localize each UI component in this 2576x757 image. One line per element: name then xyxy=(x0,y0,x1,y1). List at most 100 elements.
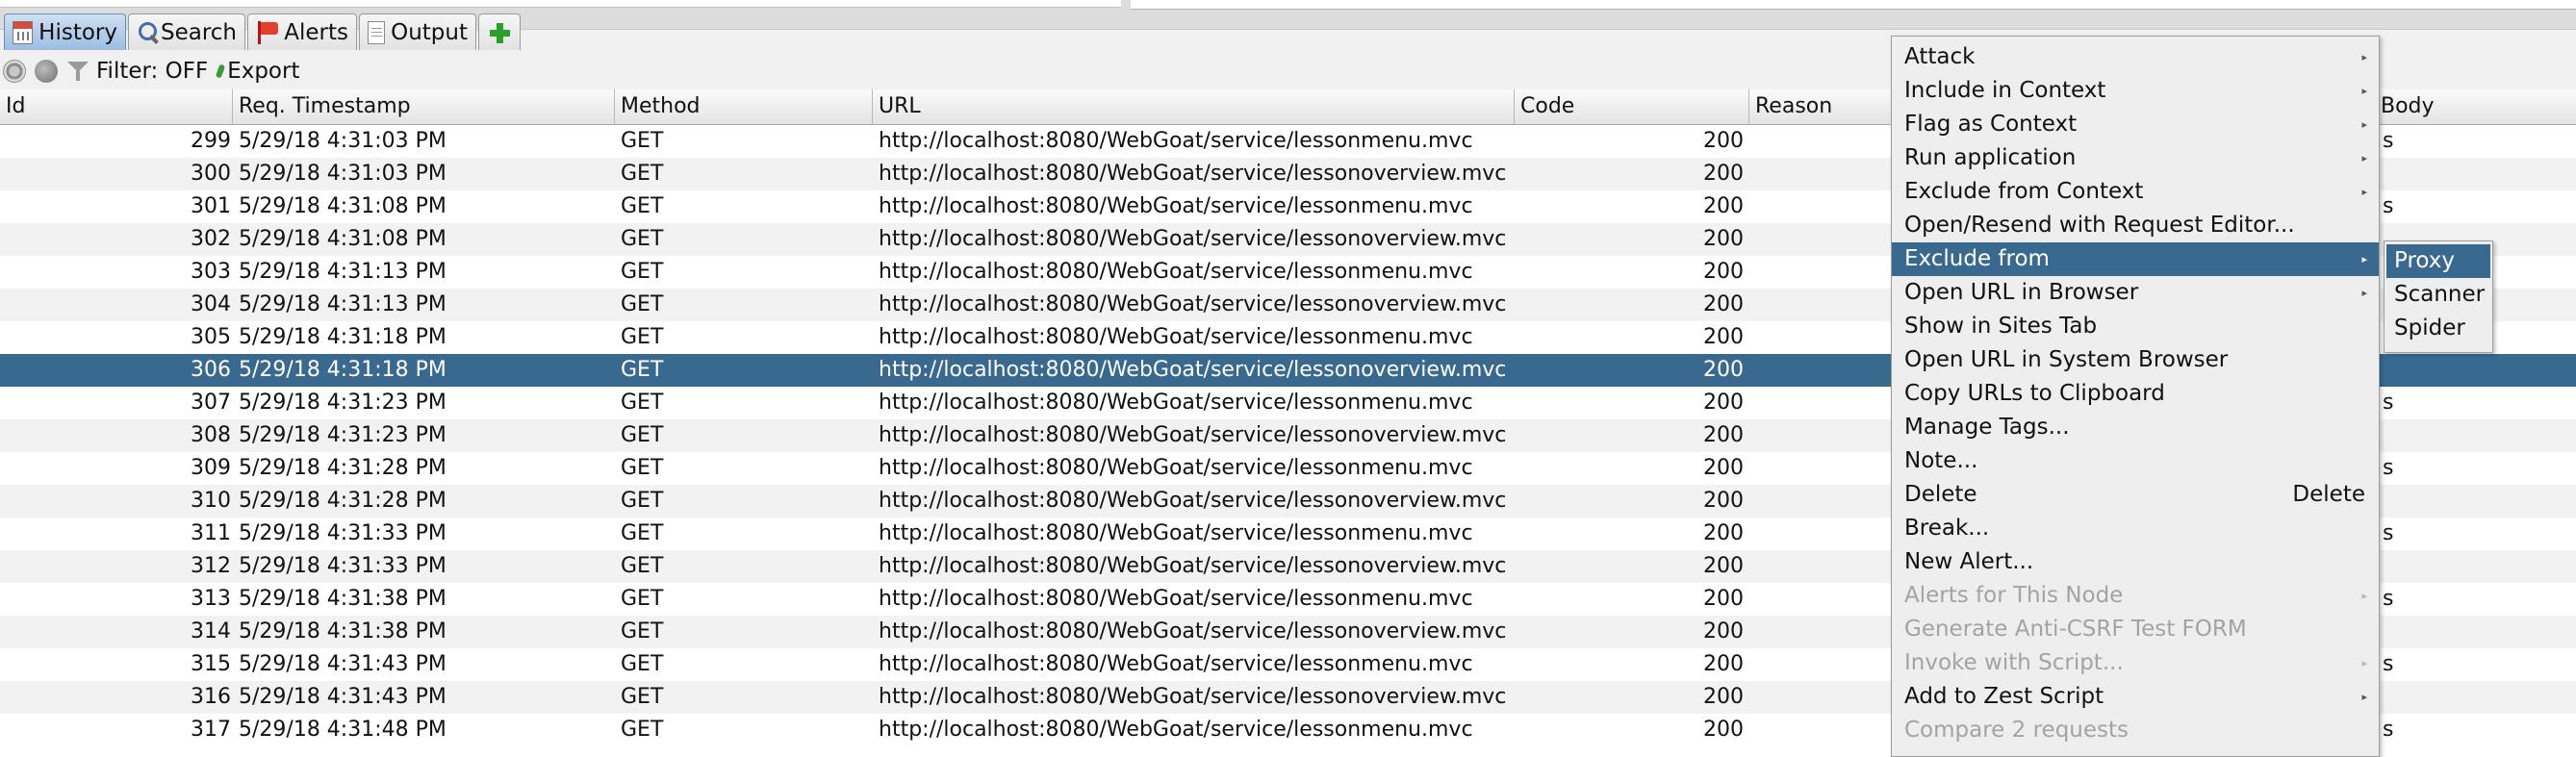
menu-item-copy-urls-to-clipboard[interactable]: Copy URLs to Clipboard xyxy=(1892,377,2379,411)
submenu-arrow-icon: ▸ xyxy=(2361,118,2367,131)
cell-method: GET xyxy=(621,619,664,643)
cell-code: 200 xyxy=(1703,292,1744,316)
cell-id: 301 xyxy=(191,194,231,218)
menu-item-label: Generate Anti-CSRF Test FORM xyxy=(1904,617,2247,642)
cell-code: 200 xyxy=(1703,456,1744,480)
menu-item-compare-2-requests: Compare 2 requests xyxy=(1892,714,2379,747)
menu-item-show-in-sites-tab[interactable]: Show in Sites Tab xyxy=(1892,310,2379,343)
menu-item-attack[interactable]: Attack ▸ xyxy=(1892,40,2379,74)
cell-body: s xyxy=(2383,652,2394,676)
cell-method: GET xyxy=(621,260,664,284)
menu-item-label: Add to Zest Script xyxy=(1904,684,2104,709)
menu-item-label: Break... xyxy=(1904,516,1990,541)
menu-item-label: Compare 2 requests xyxy=(1904,718,2129,743)
cell-body xyxy=(2383,419,2411,452)
cell-body: s xyxy=(2383,129,2394,153)
menu-item-label: Alerts for This Node xyxy=(1904,583,2124,608)
cell-url: http://localhost:8080/WebGoat/service/le… xyxy=(879,162,1507,186)
menu-item-delete[interactable]: Delete Delete xyxy=(1892,478,2379,512)
menu-item-exclude-from-context[interactable]: Exclude from Context ▸ xyxy=(1892,175,2379,209)
column-header-url[interactable]: URL xyxy=(873,89,1515,124)
cell-timestamp: 5/29/18 4:31:23 PM xyxy=(239,423,446,447)
menu-item-exclude-from[interactable]: Exclude from ▸ xyxy=(1892,242,2379,276)
cell-id: 312 xyxy=(191,554,231,578)
cell-timestamp: 5/29/18 4:31:03 PM xyxy=(239,129,446,153)
submenu-arrow-icon: ▸ xyxy=(2361,691,2367,703)
cell-code: 200 xyxy=(1703,554,1744,578)
cell-method: GET xyxy=(621,423,664,447)
cell-code: 200 xyxy=(1703,325,1744,349)
export-button[interactable]: Export xyxy=(227,59,299,84)
cell-url: http://localhost:8080/WebGoat/service/le… xyxy=(879,358,1507,382)
cell-url: http://localhost:8080/WebGoat/service/le… xyxy=(879,194,1473,218)
cell-method: GET xyxy=(621,162,664,186)
cell-body: s xyxy=(2383,718,2394,742)
cell-id: 309 xyxy=(191,456,231,480)
menu-item-note[interactable]: Note... xyxy=(1892,444,2379,478)
submenu-item-spider[interactable]: Spider xyxy=(2386,312,2490,345)
menu-item-include-in-context[interactable]: Include in Context ▸ xyxy=(1892,74,2379,108)
cell-timestamp: 5/29/18 4:31:08 PM xyxy=(239,227,446,251)
column-header-body[interactable]: Body xyxy=(2375,89,2576,124)
submenu-arrow-icon: ▸ xyxy=(2361,51,2367,63)
submenu-arrow-icon: ▸ xyxy=(2361,152,2367,164)
cell-url: http://localhost:8080/WebGoat/service/le… xyxy=(879,292,1507,316)
cell-code: 200 xyxy=(1703,619,1744,643)
column-header-method[interactable]: Method xyxy=(615,89,873,124)
cell-code: 200 xyxy=(1703,489,1744,513)
cell-method: GET xyxy=(621,685,664,709)
cell-method: GET xyxy=(621,718,664,742)
menu-item-label: Invoke with Script... xyxy=(1904,650,2124,675)
column-header-code[interactable]: Code xyxy=(1515,89,1749,124)
submenu-arrow-icon: ▸ xyxy=(2361,657,2367,669)
column-header-id[interactable]: Id xyxy=(0,89,233,124)
menu-item-run-application[interactable]: Run application ▸ xyxy=(1892,141,2379,175)
cell-timestamp: 5/29/18 4:31:13 PM xyxy=(239,260,446,284)
cell-body xyxy=(2383,158,2411,190)
add-tab-button[interactable] xyxy=(478,13,521,50)
tab-alerts[interactable]: Alerts xyxy=(247,13,357,50)
cell-code: 200 xyxy=(1703,652,1744,676)
menu-item-invoke-with-script: Invoke with Script... ▸ xyxy=(1892,646,2379,680)
cell-timestamp: 5/29/18 4:31:28 PM xyxy=(239,489,446,513)
globe-icon[interactable] xyxy=(35,60,58,83)
menu-item-open-resend-with-request-editor[interactable]: Open/Resend with Request Editor... xyxy=(1892,209,2379,242)
cell-url: http://localhost:8080/WebGoat/service/le… xyxy=(879,456,1473,480)
menu-item-label: Run application xyxy=(1904,145,2077,170)
filter-icon[interactable] xyxy=(67,60,89,83)
menu-item-break[interactable]: Break... xyxy=(1892,512,2379,545)
cell-id: 317 xyxy=(191,718,231,742)
menu-item-label: Copy URLs to Clipboard xyxy=(1904,381,2165,406)
context-menu: Attack ▸ Include in Context ▸ Flag as Contex… xyxy=(1891,36,2380,757)
menu-item-manage-tags[interactable]: Manage Tags... xyxy=(1892,411,2379,444)
cell-body: s xyxy=(2383,587,2394,611)
menu-item-open-url-in-system-browser[interactable]: Open URL in System Browser xyxy=(1892,343,2379,377)
tab-search-label: Search xyxy=(160,19,237,45)
tab-search[interactable]: Search xyxy=(128,13,245,50)
cell-url: http://localhost:8080/WebGoat/service/le… xyxy=(879,260,1473,284)
column-header-timestamp[interactable]: Req. Timestamp xyxy=(233,89,615,124)
stop-icon[interactable] xyxy=(3,60,26,83)
cell-method: GET xyxy=(621,292,664,316)
menu-item-add-to-zest-script[interactable]: Add to Zest Script ▸ xyxy=(1892,680,2379,714)
cell-code: 200 xyxy=(1703,391,1744,415)
cell-timestamp: 5/29/18 4:31:28 PM xyxy=(239,456,446,480)
menu-item-label: Include in Context xyxy=(1904,78,2106,103)
cell-url: http://localhost:8080/WebGoat/service/le… xyxy=(879,652,1473,676)
menu-item-open-url-in-browser[interactable]: Open URL in Browser ▸ xyxy=(1892,276,2379,310)
tab-output[interactable]: Output xyxy=(359,13,476,50)
submenu-item-scanner[interactable]: Scanner xyxy=(2386,278,2490,312)
menu-item-new-alert[interactable]: New Alert... xyxy=(1892,545,2379,579)
submenu-item-proxy[interactable]: Proxy xyxy=(2386,244,2490,278)
cell-timestamp: 5/29/18 4:31:43 PM xyxy=(239,652,446,676)
tab-history[interactable]: History xyxy=(4,13,126,50)
filter-status[interactable]: Filter: OFF xyxy=(96,59,208,84)
cell-id: 306 xyxy=(191,358,231,382)
flag-icon xyxy=(256,20,279,44)
cell-id: 299 xyxy=(191,129,231,153)
history-toolbar: Filter: OFF Export xyxy=(0,54,1905,88)
cell-code: 200 xyxy=(1703,587,1744,611)
menu-item-flag-as-context[interactable]: Flag as Context ▸ xyxy=(1892,108,2379,141)
menu-item-shortcut: Delete xyxy=(2292,482,2365,507)
export-icon[interactable] xyxy=(215,63,226,79)
